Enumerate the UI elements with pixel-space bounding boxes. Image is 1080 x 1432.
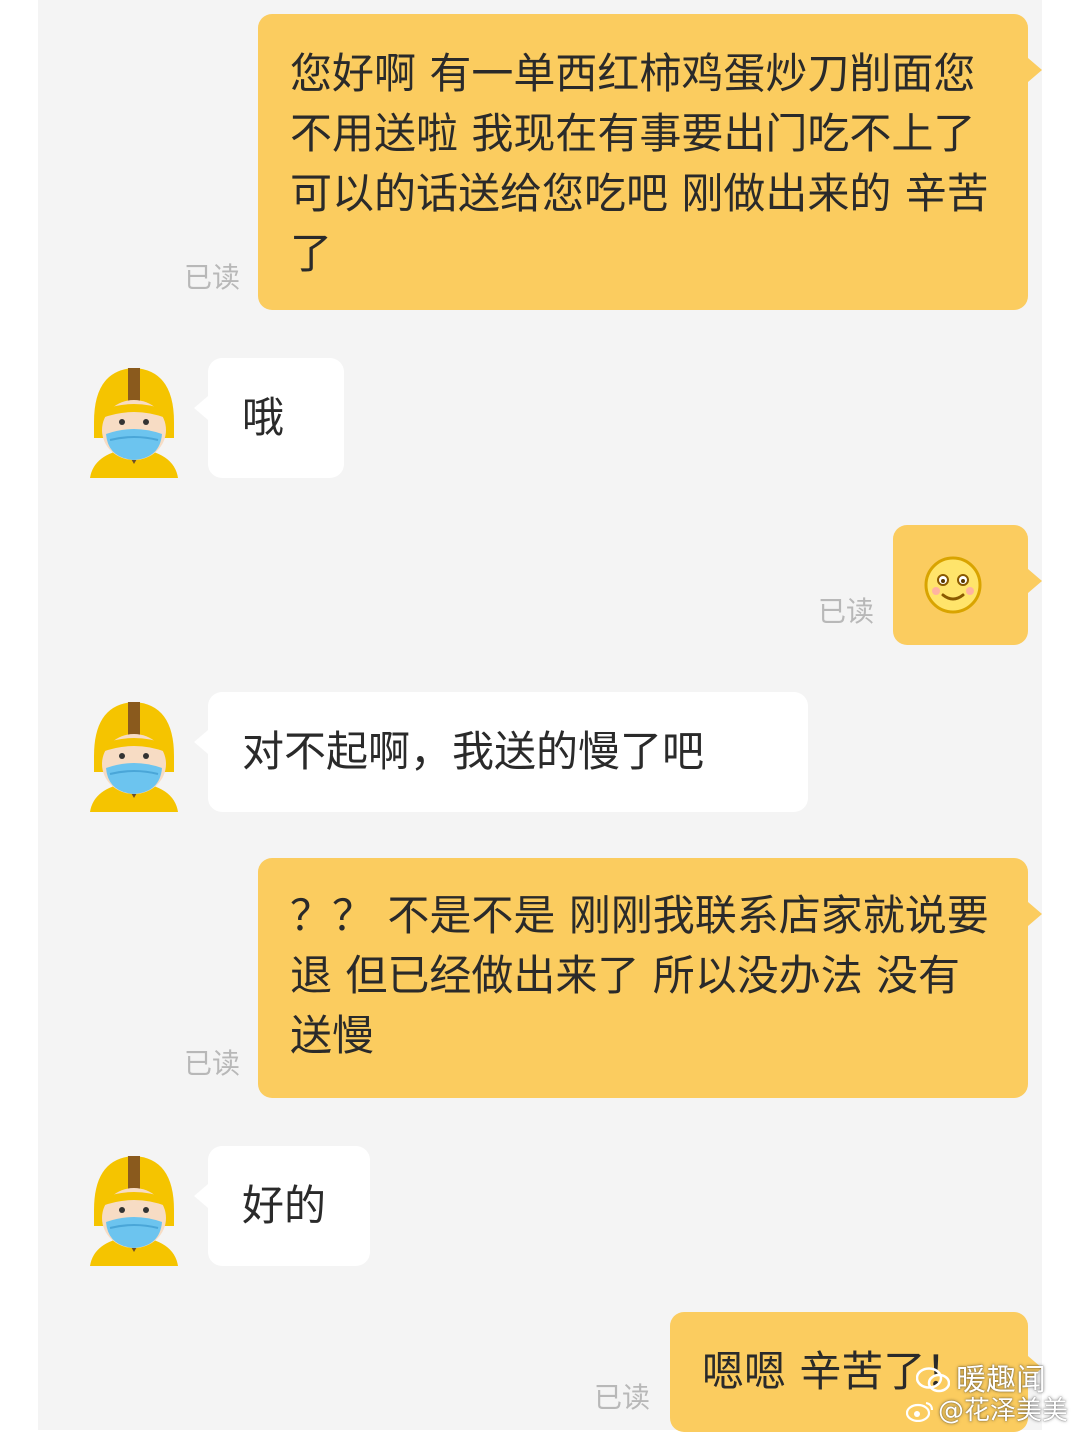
courier-avatar-icon — [90, 1156, 178, 1266]
courier-avatar[interactable] — [80, 694, 188, 812]
chat-area[interactable]: 您好啊 有一单西红柿鸡蛋炒刀削面您不用送啦 我现在有事要出门吃不上了 可以的话送… — [38, 0, 1042, 1432]
message-text: 对不起啊，我送的慢了吧 — [242, 727, 705, 776]
weibo-icon — [905, 1399, 934, 1423]
received-message-bubble[interactable]: 好的 — [194, 1146, 370, 1266]
courier-avatar[interactable] — [80, 1148, 188, 1266]
smiling-face-icon — [924, 556, 982, 614]
courier-avatar-icon — [90, 368, 178, 478]
read-status: 已读 — [594, 1381, 651, 1414]
message-text: 好的 — [242, 1181, 327, 1230]
sent-emoji-bubble[interactable] — [893, 525, 1042, 645]
read-status: 已读 — [184, 1047, 241, 1080]
read-status: 已读 — [818, 595, 875, 628]
sent-message-bubble[interactable]: 您好啊 有一单西红柿鸡蛋炒刀削面您不用送啦 我现在有事要出门吃不上了 可以的话送… — [258, 14, 1042, 310]
message-text: 哦 — [242, 393, 285, 442]
received-message-bubble[interactable]: 哦 — [194, 358, 344, 478]
message-text: 您好啊 有一单西红柿鸡蛋炒刀削面您不用送啦 我现在有事要出门吃不上了 可以的话送… — [290, 49, 989, 278]
message-text: ？？ 不是不是 刚刚我联系店家就说要退 但已经做出来了 所以没办法 没有送慢 — [290, 891, 989, 1060]
courier-avatar[interactable] — [80, 360, 188, 478]
sent-message-bubble[interactable]: ？？ 不是不是 刚刚我联系店家就说要退 但已经做出来了 所以没办法 没有送慢 — [258, 858, 1042, 1098]
courier-avatar-icon — [90, 702, 178, 812]
received-message-bubble[interactable]: 对不起啊，我送的慢了吧 — [194, 692, 808, 812]
wechat-icon — [915, 1367, 951, 1393]
read-status: 已读 — [184, 261, 241, 294]
watermark-top: 暖趣闻 — [915, 1364, 1046, 1398]
watermark-bottom: @花泽美美 — [905, 1396, 1068, 1426]
